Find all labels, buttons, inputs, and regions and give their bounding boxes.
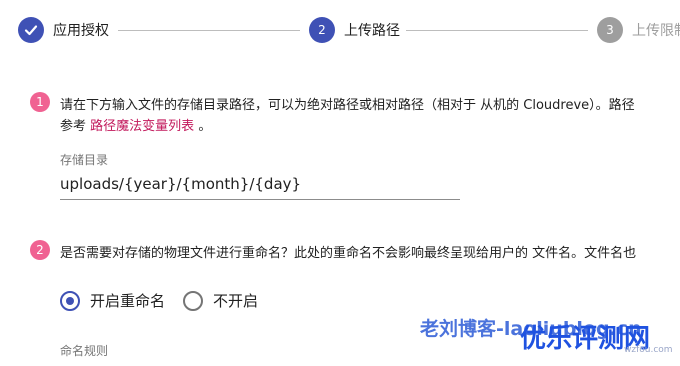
- watermark-domain-text: wzfou.com: [624, 345, 673, 355]
- radio-label: 开启重命名: [90, 292, 166, 310]
- section-number-badge: 1: [30, 92, 50, 112]
- path-variables-link[interactable]: 路径魔法变量列表: [90, 119, 194, 134]
- radio-unchecked-icon[interactable]: [183, 290, 204, 311]
- step-label: 上传限制: [632, 23, 680, 39]
- storage-dir-label: 存储目录: [60, 153, 109, 167]
- check-icon: [18, 17, 44, 43]
- section1-reference: 参考 路径魔法变量列表 。: [60, 115, 211, 134]
- step-number: 3: [597, 17, 623, 43]
- step-upload-path[interactable]: 2 上传路径: [309, 15, 400, 45]
- radio-checked-icon[interactable]: [60, 290, 80, 311]
- step-upload-limit[interactable]: 3 上传限制: [597, 15, 680, 45]
- rename-radio-group: 开启重命名 不开启: [60, 290, 276, 311]
- step-connector: [118, 30, 300, 31]
- reference-suffix: 。: [198, 119, 212, 134]
- step-number: 2: [309, 17, 335, 43]
- naming-rule-label: 命名规则: [60, 344, 109, 358]
- radio-label: 不开启: [213, 292, 259, 310]
- step-connector: [406, 30, 588, 31]
- reference-prefix: 参考: [60, 119, 87, 134]
- section1-description: 请在下方输入文件的存储目录路径，可以为绝对路径或相对路径（相对于 从机的 Clo…: [60, 98, 635, 113]
- step-label: 应用授权: [53, 23, 109, 39]
- radio-enable-rename[interactable]: 开启重命名: [60, 290, 165, 311]
- radio-disable-rename[interactable]: 不开启: [183, 290, 258, 311]
- section-number-badge: 2: [30, 240, 50, 260]
- step-app-auth[interactable]: 应用授权: [18, 15, 109, 45]
- section2-description: 是否需要对存储的物理文件进行重命名？此处的重命名不会影响最终呈现给用户的 文件名…: [60, 246, 637, 261]
- step-label: 上传路径: [344, 23, 400, 39]
- storage-dir-input[interactable]: [60, 174, 460, 200]
- stepper: 应用授权 2 上传路径 3 上传限制: [18, 15, 680, 45]
